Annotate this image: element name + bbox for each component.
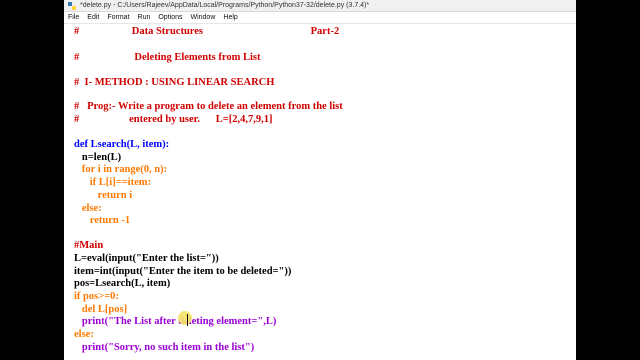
code-line[interactable]: else: xyxy=(74,203,102,215)
code-line[interactable]: # Prog:- Write a program to delete an el… xyxy=(74,101,343,113)
code-editor[interactable]: # Data Structures Part-2 # Deleting Elem… xyxy=(64,24,576,360)
title-bar: *delete.py - C:/Users/Rajeev/AppData/Loc… xyxy=(64,0,576,12)
code-line[interactable]: def Lsearch(L, item): xyxy=(74,139,169,151)
code-line[interactable]: # I- METHOD : USING LINEAR SEARCH xyxy=(74,77,274,89)
code-line[interactable]: for i in range(0, n): xyxy=(74,164,167,176)
code-line[interactable]: else: xyxy=(74,329,94,341)
idle-editor-window: *delete.py - C:/Users/Rajeev/AppData/Loc… xyxy=(64,0,576,360)
code-line[interactable]: item=int(input("Enter the item to be del… xyxy=(74,266,291,278)
code-line[interactable]: print("Sorry, no such item in the list") xyxy=(74,342,254,354)
code-line[interactable]: if L[i]==item: xyxy=(74,177,151,189)
menu-window[interactable]: Window xyxy=(190,14,215,21)
window-title: *delete.py - C:/Users/Rajeev/AppData/Loc… xyxy=(80,2,370,9)
menu-help[interactable]: Help xyxy=(223,14,237,21)
text-caret xyxy=(187,314,188,326)
menu-edit[interactable]: Edit xyxy=(87,14,99,21)
menu-format[interactable]: Format xyxy=(107,14,129,21)
code-line[interactable]: return i xyxy=(74,190,133,202)
mouse-pointer-highlight xyxy=(178,311,192,325)
code-line[interactable]: print("The List after deleting element="… xyxy=(74,316,276,328)
menu-options[interactable]: Options xyxy=(158,14,182,21)
code-line[interactable]: return -1 xyxy=(74,215,130,227)
code-line[interactable]: # entered by user. L=[2,4,7,9,1] xyxy=(74,114,272,126)
code-line[interactable]: L=eval(input("Enter the list=")) xyxy=(74,253,219,265)
python-icon xyxy=(68,1,76,10)
code-line[interactable]: # Data Structures Part-2 xyxy=(74,26,339,38)
code-line[interactable]: # Deleting Elements from List xyxy=(74,52,260,64)
menu-run[interactable]: Run xyxy=(138,14,151,21)
code-line[interactable]: del L[pos] xyxy=(74,304,127,316)
menu-file[interactable]: File xyxy=(68,14,79,21)
code-line[interactable]: #Main xyxy=(74,240,103,252)
code-line[interactable]: n=len(L) xyxy=(74,152,121,164)
menu-bar: File Edit Format Run Options Window Help xyxy=(64,12,576,24)
code-line[interactable]: pos=Lsearch(L, item) xyxy=(74,278,170,290)
code-line[interactable]: if pos>=0: xyxy=(74,291,119,303)
